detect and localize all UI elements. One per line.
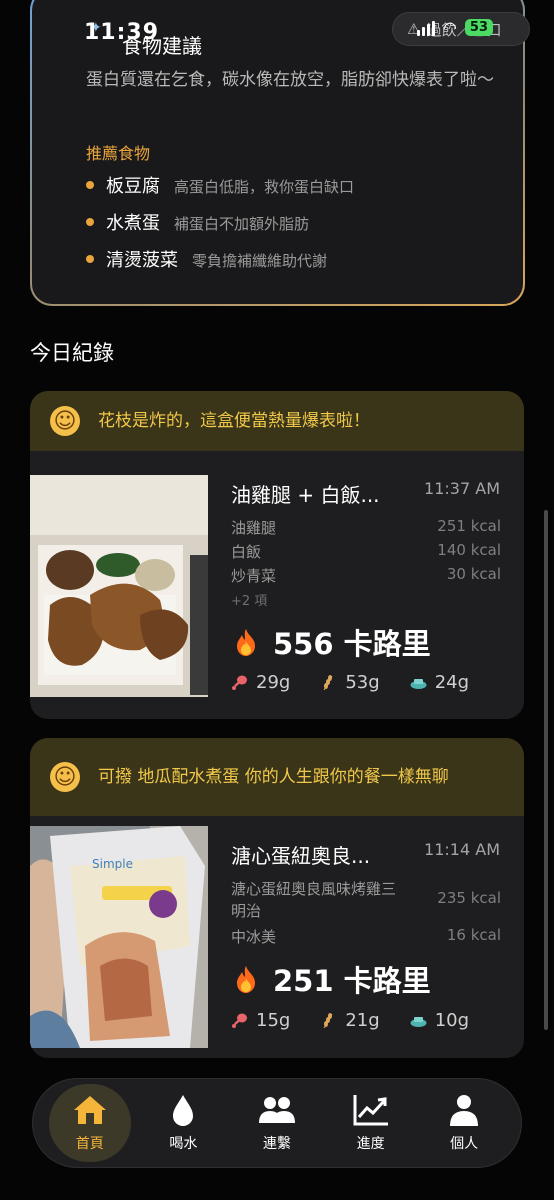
food-desc: 補蛋白不加額外脂肪: [174, 215, 310, 233]
bottom-tab-bar: 首頁 喝水 連繫 進度 個人: [32, 1078, 522, 1168]
butter-icon: [410, 679, 427, 689]
tab-label: 首頁: [75, 1136, 104, 1152]
food-item-row: 中冰美 16 kcal: [231, 926, 501, 947]
food-desc: 零負擔補纖維助代謝: [192, 252, 328, 270]
bullet-dot-icon: [86, 181, 94, 189]
meal-body: 油雞腿 + 白飯... 11:37 AM 油雞腿 251 kcal 白飯 140…: [30, 451, 524, 719]
drumstick-icon: [232, 675, 247, 690]
wheat-icon: [323, 1013, 333, 1029]
carbs-value: 53g: [345, 672, 380, 693]
fat-macro: 24g: [410, 672, 469, 693]
home-icon: [73, 1096, 106, 1124]
recommended-foods-list: 板豆腐 高蛋白低脂，救你蛋白缺口 水煮蛋 補蛋白不加額外脂肪 清燙菠菜 零負擔補…: [86, 172, 354, 283]
macros-row: 29g 53g 24g: [231, 672, 469, 693]
list-item: 板豆腐 高蛋白低脂，救你蛋白缺口: [86, 172, 354, 209]
protein-value: 15g: [256, 1010, 291, 1031]
food-item-row: 白飯 140 kcal: [231, 541, 501, 562]
wifi-icon: ◠: [442, 18, 457, 37]
water-drop-icon: [173, 1095, 194, 1126]
food-item-kcal: 16 kcal: [446, 926, 501, 944]
calorie-total: 251 卡路里: [231, 958, 431, 1000]
calorie-total-text: 556 卡路里: [273, 627, 431, 661]
recommended-foods-title: 推薦食物: [86, 144, 151, 163]
tab-profile[interactable]: 個人: [423, 1084, 505, 1162]
list-item: 清燙菠菜 零負擔補纖維助代謝: [86, 246, 354, 283]
food-desc: 高蛋白低脂，救你蛋白缺口: [174, 178, 355, 196]
tab-label: 個人: [450, 1136, 479, 1152]
food-item-name: 油雞腿: [231, 519, 277, 537]
tab-water[interactable]: 喝水: [142, 1084, 224, 1162]
status-icons: ◠ 53: [416, 18, 493, 37]
carbs-macro: 21g: [320, 1010, 380, 1031]
meal-time: 11:14 AM: [424, 840, 500, 859]
fire-icon: [237, 966, 255, 993]
bullet-dot-icon: [86, 255, 94, 263]
meal-time: 11:37 AM: [424, 479, 500, 498]
food-name: 清燙菠菜: [106, 250, 178, 271]
food-item-row: 油雞腿 251 kcal: [231, 517, 501, 538]
food-item-name: 炒青菜: [231, 567, 277, 585]
calorie-total: 556 卡路里: [231, 621, 431, 663]
smiley-icon: ☺: [50, 406, 80, 436]
list-item: 水煮蛋 補蛋白不加額外脂肪: [86, 209, 354, 246]
protein-value: 29g: [256, 672, 291, 693]
drumstick-icon: [232, 1013, 247, 1028]
meal-body: Simple 溏心蛋紐奧良... 11:14 AM 溏心蛋紐奧良風味烤雞三明治 …: [30, 816, 524, 1058]
smiley-icon: ☺: [50, 762, 80, 792]
meal-photo: Simple: [30, 826, 208, 1048]
food-item-row: 溏心蛋紐奧良風味烤雞三明治 235 kcal: [231, 878, 501, 922]
food-name: 板豆腐: [106, 176, 160, 197]
tab-label: 喝水: [169, 1136, 198, 1152]
meal-photo: [30, 475, 208, 697]
protein-macro: 15g: [231, 1010, 290, 1031]
meal-comment-banner: ☺ 可撥 地瓜配水煮蛋 你的人生跟你的餐一樣無聊: [30, 738, 524, 816]
suggestion-title: 食物建議: [122, 34, 202, 58]
tab-home[interactable]: 首頁: [48, 1084, 131, 1162]
food-item-name: 白飯: [231, 543, 262, 561]
battery-icon: 53: [464, 19, 493, 36]
tab-connect[interactable]: 連繫: [236, 1084, 318, 1162]
more-items: +2 項: [231, 594, 268, 609]
calorie-total-text: 251 卡路里: [273, 964, 431, 998]
fat-macro: 10g: [410, 1010, 469, 1031]
food-suggestion-card: ✦ 11:39 食物建議 ⚠ 過飲／已口 ◠ 53 蛋白質還在乞食，碳水像在放空…: [30, 0, 530, 306]
food-item-kcal: 251 kcal: [437, 517, 501, 535]
food-item-kcal: 140 kcal: [437, 541, 501, 559]
people-icon: [258, 1097, 295, 1123]
meal-comment: 花枝是炸的，這盒便當熱量爆表啦！: [98, 410, 370, 431]
section-title: 今日紀錄: [30, 341, 114, 365]
meal-comment: 可撥 地瓜配水煮蛋 你的人生跟你的餐一樣無聊: [98, 766, 449, 787]
carbs-value: 21g: [345, 1010, 380, 1031]
scrollbar[interactable]: [544, 510, 548, 1030]
meal-card[interactable]: ☺ 可撥 地瓜配水煮蛋 你的人生跟你的餐一樣無聊 Simple 溏心蛋紐奧良..…: [30, 738, 524, 1058]
protein-macro: 29g: [231, 672, 290, 693]
wheat-icon: [323, 675, 333, 691]
food-item-kcal: 235 kcal: [437, 889, 501, 907]
person-icon: [450, 1095, 479, 1126]
suggestion-body: 蛋白質還在乞食，碳水像在放空，脂肪卻快爆表了啦～: [86, 70, 494, 90]
food-item-kcal: 30 kcal: [446, 565, 501, 583]
food-item-name: 中冰美: [231, 928, 277, 946]
chart-icon: [353, 1095, 388, 1126]
tab-progress[interactable]: 進度: [330, 1084, 412, 1162]
food-item-row: 炒青菜 30 kcal: [231, 565, 501, 586]
fat-value: 24g: [434, 672, 470, 693]
fat-value: 10g: [434, 1010, 470, 1031]
meal-name: 溏心蛋紐奧良...: [231, 844, 371, 868]
tab-label: 連繫: [262, 1136, 291, 1152]
meal-card[interactable]: ☺ 花枝是炸的，這盒便當熱量爆表啦！ 油雞腿 + 白飯... 11:37 AM …: [30, 391, 524, 719]
tab-label: 進度: [356, 1136, 385, 1152]
butter-icon: [410, 1017, 427, 1027]
macros-row: 15g 21g 10g: [231, 1010, 469, 1031]
meal-name: 油雞腿 + 白飯...: [231, 483, 380, 507]
fire-icon: [237, 629, 255, 656]
food-item-name: 溏心蛋紐奧良風味烤雞三明治: [231, 880, 397, 920]
carbs-macro: 53g: [320, 672, 380, 693]
meal-comment-banner: ☺ 花枝是炸的，這盒便當熱量爆表啦！: [30, 391, 524, 451]
food-name: 水煮蛋: [106, 213, 160, 234]
svg-text:Simple: Simple: [92, 857, 133, 871]
signal-icon: [416, 20, 435, 36]
bullet-dot-icon: [86, 218, 94, 226]
